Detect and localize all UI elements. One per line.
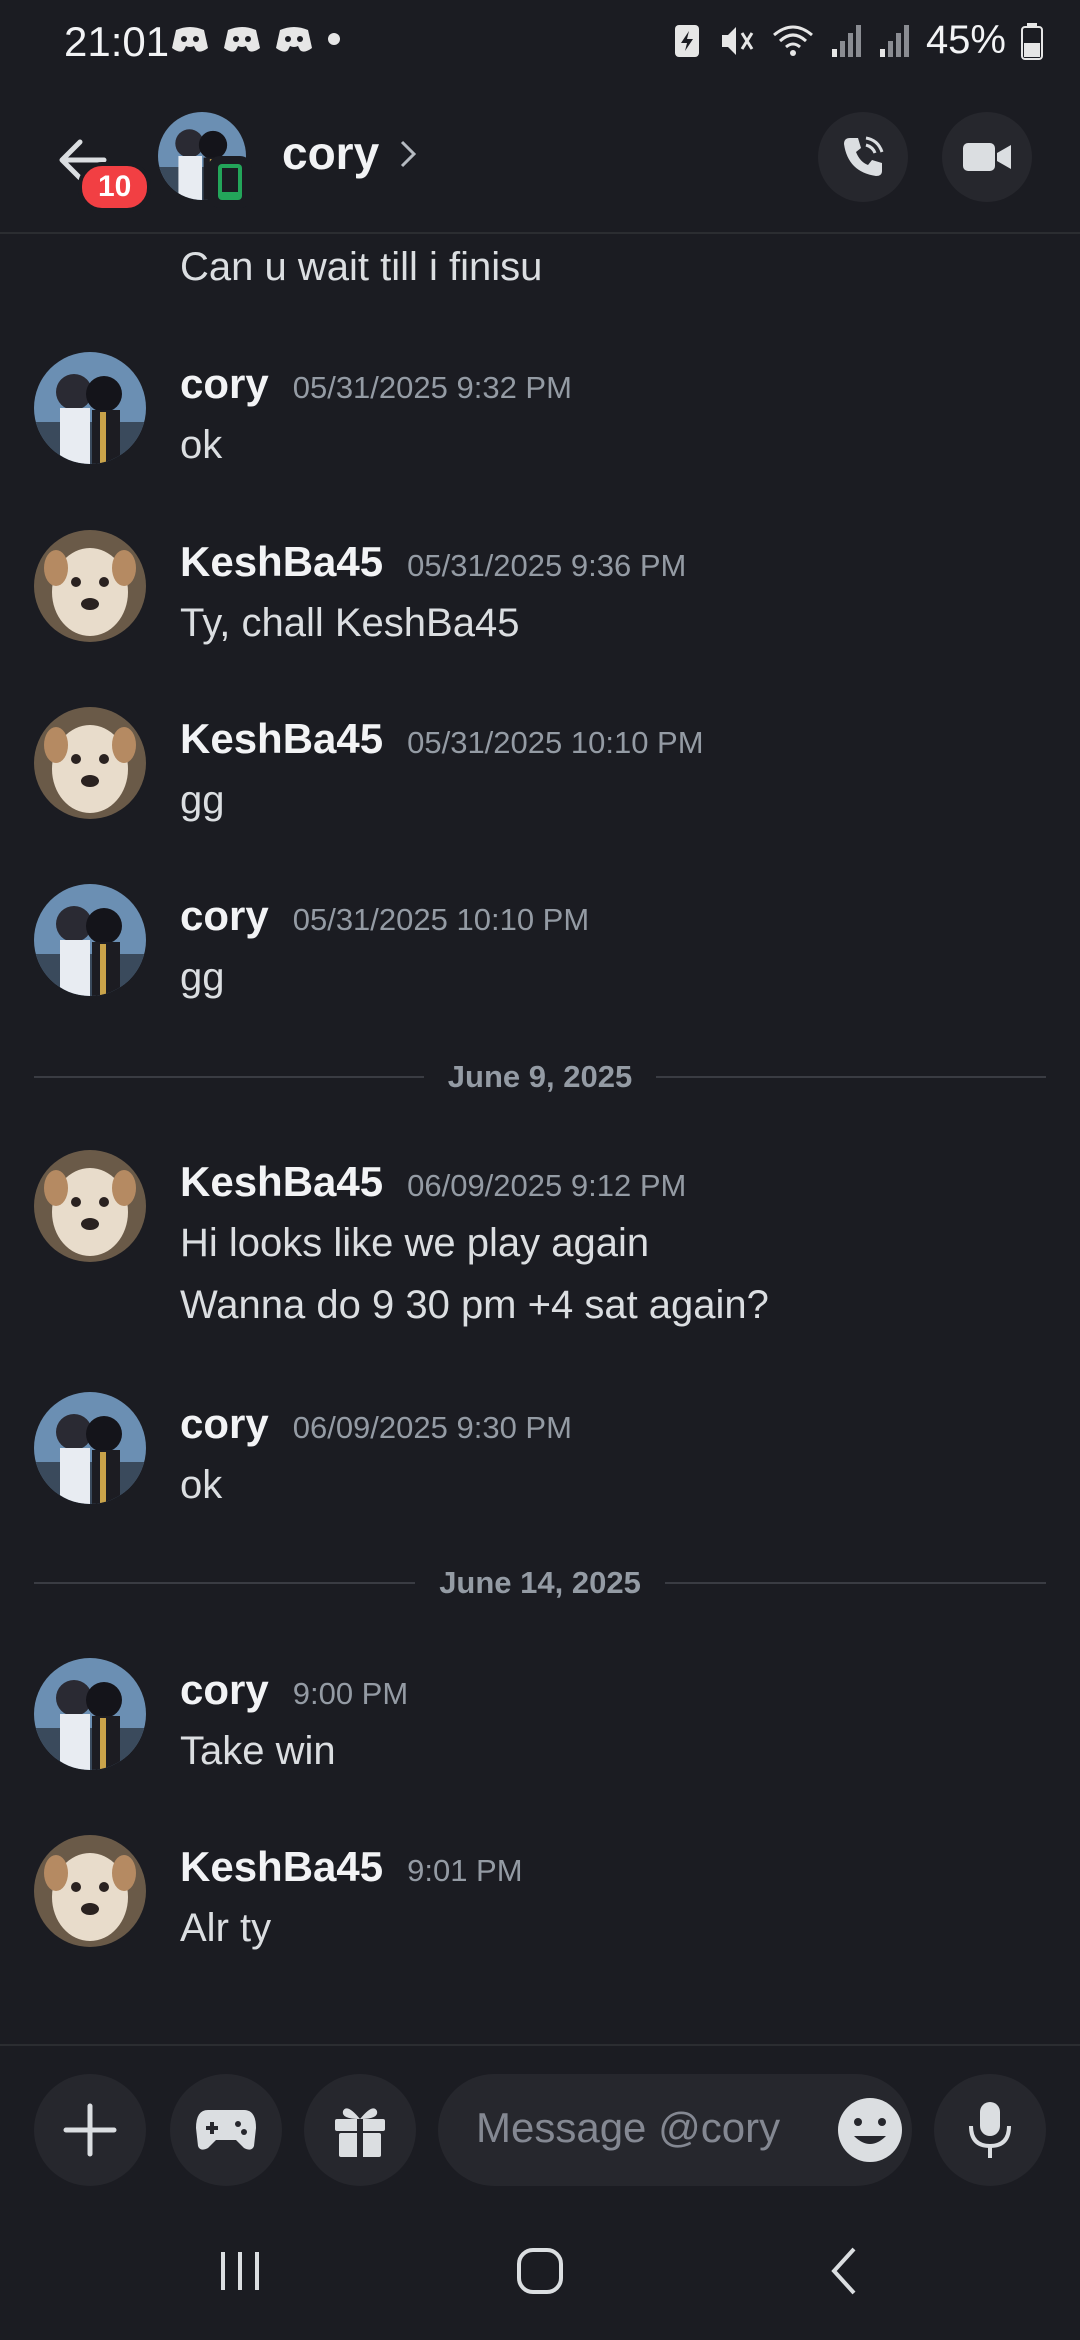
- message-timestamp: 06/09/2025 9:12 PM: [407, 1168, 687, 1203]
- avatar[interactable]: [34, 530, 146, 642]
- chat-header: 10 cory: [0, 100, 1080, 234]
- message-timestamp: 05/31/2025 9:32 PM: [292, 370, 572, 405]
- avatar[interactable]: [34, 707, 146, 819]
- gamepad-icon: [196, 2110, 256, 2150]
- status-right: 45%: [672, 18, 1044, 63]
- date-divider-label: June 14, 2025: [439, 1565, 641, 1600]
- chevron-right-icon[interactable]: [396, 134, 420, 174]
- plus-icon: [63, 2103, 117, 2157]
- avatar[interactable]: [34, 884, 146, 996]
- recent-apps-button[interactable]: [200, 2236, 280, 2306]
- message-author[interactable]: KeshBa45 9:01 PM: [180, 1843, 523, 1891]
- notification-icons: [170, 24, 342, 54]
- message-author[interactable]: cory 9:00 PM: [180, 1666, 408, 1714]
- message-input-placeholder: Message @cory: [476, 2104, 781, 2151]
- battery-saver-icon: [674, 24, 699, 57]
- avatar[interactable]: [34, 1392, 146, 1504]
- voice-call-button[interactable]: [818, 112, 908, 202]
- message-author[interactable]: KeshBa45 05/31/2025 10:10 PM: [180, 715, 704, 763]
- microphone-icon: [969, 2102, 1011, 2158]
- discord-notification-icon: [172, 27, 208, 52]
- message-author[interactable]: KeshBa45 06/09/2025 9:12 PM: [180, 1158, 686, 1206]
- message-author[interactable]: KeshBa45 05/31/2025 9:36 PM: [180, 538, 686, 586]
- status-bar: 21:01 45%: [0, 0, 1080, 90]
- phone-icon: [844, 136, 884, 176]
- date-divider-label: June 9, 2025: [447, 1059, 633, 1094]
- more-notifications-dot-icon: [328, 33, 340, 45]
- system-back-button[interactable]: [804, 2236, 884, 2306]
- message-text: Wanna do 9 30 pm +4 sat again?: [180, 1283, 769, 1327]
- avatar[interactable]: [34, 1658, 146, 1770]
- video-camera-icon: [963, 143, 1011, 171]
- message-text: gg: [180, 955, 225, 999]
- message-timestamp: 05/31/2025 10:10 PM: [407, 725, 704, 760]
- message-timestamp: 06/09/2025 9:30 PM: [292, 1410, 572, 1445]
- message-text: Hi looks like we play again: [180, 1221, 650, 1265]
- message-text: ok: [180, 423, 223, 467]
- signal-icon: [879, 24, 909, 57]
- message-text: Can u wait till i finisu: [180, 245, 543, 289]
- discord-notification-icon: [224, 27, 260, 52]
- message-author[interactable]: cory 06/09/2025 9:30 PM: [180, 1400, 572, 1448]
- voice-message-button[interactable]: [934, 2074, 1046, 2186]
- message-timestamp: 05/31/2025 10:10 PM: [292, 902, 590, 937]
- attach-button[interactable]: [34, 2074, 146, 2186]
- mobile-status-icon: [208, 156, 252, 208]
- wifi-icon: [772, 25, 813, 56]
- message-text: gg: [180, 778, 225, 822]
- mute-icon: [721, 26, 754, 55]
- home-icon: [517, 2248, 563, 2294]
- message-text: ok: [180, 1463, 223, 1507]
- avatar[interactable]: [34, 1150, 146, 1262]
- gift-icon: [335, 2108, 385, 2157]
- activities-button[interactable]: [170, 2074, 282, 2186]
- message-timestamp: 05/31/2025 9:36 PM: [407, 548, 687, 583]
- date-divider: June 9, 2025: [34, 1054, 1046, 1100]
- message-author[interactable]: cory 05/31/2025 9:32 PM: [180, 360, 572, 408]
- avatar[interactable]: [34, 1835, 146, 1947]
- message-text: Ty, chall KeshBa45: [180, 601, 520, 645]
- message-text: Alr ty: [180, 1906, 272, 1950]
- recent-apps-icon: [221, 2252, 259, 2290]
- home-button[interactable]: [500, 2236, 580, 2306]
- emoji-icon[interactable]: [834, 2094, 906, 2166]
- video-call-button[interactable]: [942, 112, 1032, 202]
- message-timestamp: 9:00 PM: [292, 1676, 409, 1711]
- discord-notification-icon: [276, 27, 312, 52]
- system-navigation-bar: [0, 2200, 1080, 2340]
- unread-badge: 10: [78, 162, 152, 212]
- battery-percentage: 45%: [925, 18, 1006, 62]
- avatar[interactable]: [34, 352, 146, 464]
- contact-name[interactable]: cory: [282, 126, 379, 180]
- message-composer: Message @cory: [0, 2044, 1080, 2196]
- date-divider: June 14, 2025: [34, 1560, 1047, 1606]
- back-chevron-icon: [831, 2247, 856, 2295]
- signal-icon: [831, 24, 861, 57]
- message-text: Take win: [180, 1729, 336, 1773]
- battery-icon: [1021, 22, 1043, 60]
- gift-button[interactable]: [304, 2074, 416, 2186]
- message-input[interactable]: Message @cory: [438, 2074, 912, 2186]
- status-time: 21:01: [64, 18, 170, 65]
- message-timestamp: 9:01 PM: [407, 1853, 523, 1888]
- message-author[interactable]: cory 05/31/2025 10:10 PM: [180, 892, 589, 940]
